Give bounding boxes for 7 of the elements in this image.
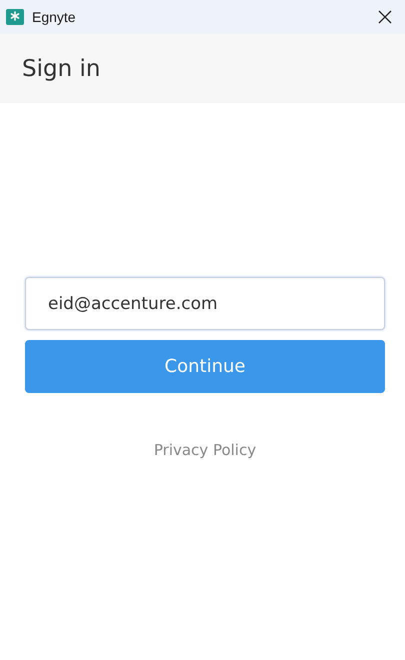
privacy-policy-link[interactable]: Privacy Policy	[154, 441, 256, 459]
email-field[interactable]: eid@accenture.com	[25, 277, 385, 330]
window-title: Egnyte	[32, 9, 77, 25]
page-title: Sign in	[22, 56, 100, 82]
close-icon	[378, 10, 392, 24]
app-logo-icon	[6, 8, 24, 26]
continue-button[interactable]: Continue	[25, 340, 385, 393]
